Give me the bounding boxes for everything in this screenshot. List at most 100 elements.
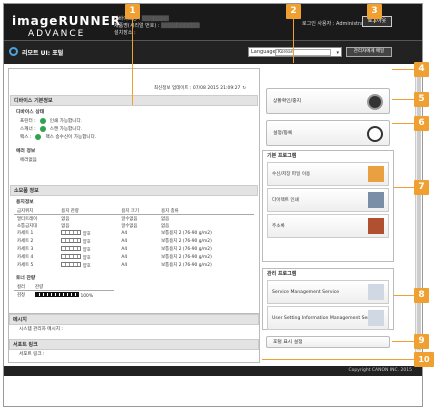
portal-display-settings[interactable]: 포털 표시 설정 <box>266 336 390 348</box>
status-ok-icon <box>35 134 42 140</box>
table-header: 컬러 잔량 <box>14 283 114 292</box>
section-title: 서포트 링크 <box>9 339 259 350</box>
address-book-button[interactable]: 주소록 <box>267 214 389 238</box>
management-programs: 관리 프로그램 Service Management Service User … <box>262 268 394 330</box>
button-label: 주소록 <box>272 224 285 229</box>
state-row: 스캐너 : 스캔 가능합니다. <box>10 125 258 133</box>
nav-bar: 리모트 UI: 포털 Language: Korean ▾ 관리자에게 메일 <box>4 40 422 64</box>
section-title: 디바이스 기본정보 <box>10 95 258 106</box>
level-text: 양호 <box>82 255 91 261</box>
service-management-button[interactable]: Service Management Service <box>267 280 389 304</box>
toner-pct: 100% <box>80 293 94 299</box>
cell: A4 <box>121 254 128 260</box>
callout-7: 7 <box>414 180 429 195</box>
cell: 보통용지 2 (76-90 g/m2) <box>161 231 212 237</box>
device-basic-section: 디바이스 기본정보 디바이스 상태 프린터 : 인쇄 가능합니다. 스캐너 : 스캔… <box>10 95 258 164</box>
remote-ui-title: 리모트 UI: 포털 <box>22 50 64 57</box>
state-text: 스캔 가능합니다. <box>49 127 83 132</box>
support-link[interactable]: 서포트 링크 : <box>9 350 259 358</box>
state-label: 프린터 : <box>20 119 36 124</box>
button-label: User Setting Information Management Serv… <box>272 315 379 321</box>
consumables-section: 소모품 정보 용지정보 급지위치 용지 잔량 용지 크기 용지 종류 멀티트레이 없음알… <box>10 185 258 299</box>
eye-icon <box>367 94 383 110</box>
level-text: 양호 <box>82 247 91 253</box>
group-title: 기본 프로그램 <box>267 153 297 159</box>
cell: 없음 <box>161 216 170 222</box>
col-header: 용지 종류 <box>158 207 254 215</box>
col-header: 급지위치 <box>14 207 59 215</box>
cell: 카세트 3 <box>17 247 34 253</box>
basic-programs: 기본 프로그램 수신/저장 파일 이용 다이렉트 인쇄 주소록 <box>262 150 394 262</box>
login-user: 로그인 사용자 : Administrator <box>302 21 371 27</box>
language-select[interactable]: Language: Korean ▾ <box>248 47 342 57</box>
logo-sub: ADVANCE <box>28 29 86 39</box>
last-updated: 최신정보 업데이트 : 07/08 2015 21:09:27 ↻ <box>154 85 246 91</box>
callout-line <box>392 99 414 100</box>
button-label: 다이렉트 인쇄 <box>272 198 299 203</box>
cell: 카세트 1 <box>17 231 34 237</box>
level-meter <box>61 237 82 243</box>
status-monitor-button[interactable]: 상황확인/중지 <box>266 88 390 114</box>
printer-icon <box>368 192 384 208</box>
paper-title: 용지정보 <box>16 200 34 205</box>
col-header: 용지 잔량 <box>58 207 119 215</box>
admin-message: 시스템 관리자 메시지 : <box>19 327 63 332</box>
level-text: 양호 <box>82 263 91 269</box>
status-ok-icon <box>39 126 46 132</box>
callout-9: 9 <box>414 334 429 349</box>
header: imageRUNNER ADVANCE 디바이스명 : ▒▒▒▒▒▒▒ 제품명(… <box>4 4 422 64</box>
direct-print-button[interactable]: 다이렉트 인쇄 <box>267 188 389 212</box>
refresh-icon[interactable]: ↻ <box>242 86 246 91</box>
button-label: Service Management Service <box>272 289 340 295</box>
mailbox-button[interactable]: 수신/저장 파일 이용 <box>267 162 389 186</box>
cell: 양호 <box>58 261 118 269</box>
section-title: 소모품 정보 <box>10 185 258 196</box>
updated-text: 최신정보 업데이트 : 07/08 2015 21:09:27 <box>154 86 241 91</box>
table-row: 카세트 1 양호 A4 보통용지 2 (76-90 g/m2) <box>14 229 254 237</box>
cell: 양호 <box>58 245 118 253</box>
cell: A4 <box>121 262 128 268</box>
table-row: 카세트 4 양호 A4 보통용지 2 (76-90 g/m2) <box>14 253 254 261</box>
callout-8: 8 <box>414 288 429 303</box>
callout-6: 6 <box>414 116 429 131</box>
remote-ui-icon <box>9 47 18 56</box>
cell: 카세트 4 <box>17 255 34 261</box>
user-setting-button[interactable]: User Setting Information Management Serv… <box>267 306 389 330</box>
language-value[interactable]: Korean <box>275 49 331 56</box>
scrollbar[interactable] <box>415 68 421 364</box>
col-header: 컬러 <box>14 283 33 292</box>
cell: 알수없음 <box>121 223 138 229</box>
callout-2: 2 <box>286 4 301 19</box>
status-ok-icon <box>39 118 46 124</box>
folder-icon <box>368 166 384 182</box>
mail-admin-button[interactable]: 관리자에게 메일 <box>346 47 392 57</box>
product-value-blurred: ▒▒▒▒▒▒▒▒▒▒ <box>161 23 200 29</box>
browser-window: imageRUNNER ADVANCE 디바이스명 : ▒▒▒▒▒▒▒ 제품명(… <box>3 3 423 407</box>
chevron-down-icon[interactable]: ▾ <box>336 49 339 57</box>
button-label: 설정/등록 <box>273 131 293 136</box>
toner-meter <box>35 291 80 297</box>
cell: 양호 <box>58 229 118 237</box>
section-title: 메시지 <box>9 314 259 325</box>
cell: 보통용지 2 (76-90 g/m2) <box>161 239 212 245</box>
callout-line <box>392 69 414 70</box>
cell: 보통용지 2 (76-90 g/m2) <box>161 247 212 253</box>
col-header: 잔량 <box>32 283 114 292</box>
error-title: 에러 정보 <box>16 149 36 154</box>
callout-3: 3 <box>367 4 382 19</box>
messages-panel: 메시지 시스템 관리자 메시지 : 서포트 링크 서포트 링크 : <box>8 313 260 363</box>
callout-line <box>394 187 414 188</box>
cell: 멀티트레이 <box>17 216 38 222</box>
group-title: 관리 프로그램 <box>267 271 297 277</box>
callout-line <box>392 341 414 342</box>
col-header: 용지 크기 <box>118 207 159 215</box>
button-label: 상황확인/중지 <box>273 99 302 104</box>
product-label: 제품명(시리얼 번호) : <box>114 23 160 29</box>
language-label: Language: <box>251 49 278 55</box>
cell: A4 <box>121 230 128 236</box>
callout-line <box>392 123 414 124</box>
settings-button[interactable]: 설정/등록 <box>266 120 390 146</box>
app-icon <box>368 310 384 326</box>
device-value-blurred: ▒▒▒▒▒▒▒ <box>141 16 169 22</box>
scroll-thumb[interactable] <box>417 70 421 350</box>
